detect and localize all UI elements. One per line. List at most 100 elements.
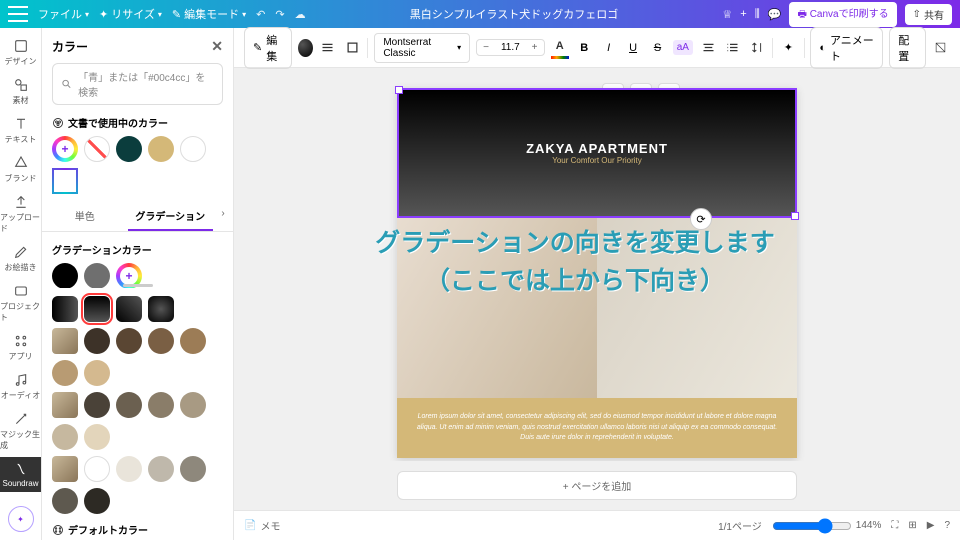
color-search-input[interactable]: 「青」または「#00c4cc」を検索	[52, 63, 223, 105]
color-swatch[interactable]	[116, 392, 142, 418]
effects-icon[interactable]: ✦	[779, 37, 797, 59]
edit-mode-menu[interactable]: ✎ 編集モード	[172, 6, 246, 22]
add-color-button[interactable]	[52, 136, 78, 162]
used-in-doc-label: 文書で使用中のカラー	[68, 115, 168, 130]
color-swatch[interactable]	[84, 488, 110, 514]
hamburger-menu[interactable]	[8, 6, 28, 22]
spacing-icon[interactable]	[748, 37, 766, 59]
color-swatch[interactable]	[52, 488, 78, 514]
comment-icon[interactable]: 💬	[768, 8, 782, 21]
color-swatch[interactable]	[84, 424, 110, 450]
transparency-icon[interactable]	[932, 37, 950, 59]
rail-magic[interactable]: マジック生成	[0, 407, 41, 455]
font-size-stepper[interactable]: −11.7+	[476, 39, 544, 56]
rail-soundraw[interactable]: Soundraw	[0, 457, 41, 492]
rail-design[interactable]: デザイン	[0, 34, 41, 71]
underline-icon[interactable]: U	[624, 37, 642, 59]
fullscreen-icon[interactable]: ⛶	[891, 520, 898, 531]
image-right[interactable]	[597, 218, 797, 398]
color-swatch[interactable]	[84, 392, 110, 418]
gradient-color-swatch[interactable]	[52, 263, 78, 289]
rail-text[interactable]: テキスト	[0, 112, 41, 149]
list-icon[interactable]	[723, 37, 741, 59]
close-icon[interactable]: ✕	[211, 38, 223, 55]
rail-project[interactable]: プロジェクト	[0, 279, 41, 327]
gradient-style-option[interactable]	[116, 296, 142, 322]
rail-upload[interactable]: アップロード	[0, 190, 41, 238]
text-color-icon[interactable]: A	[551, 37, 569, 59]
selected-header-element[interactable]: ZAKYA APARTMENT Your Comfort Our Priorit…	[397, 88, 797, 218]
zoom-slider[interactable]	[772, 518, 852, 534]
gradient-style-option[interactable]	[84, 296, 110, 322]
color-swatch[interactable]	[84, 456, 110, 482]
print-button[interactable]: 🖶 Canvaで印刷する	[789, 2, 896, 27]
color-swatch[interactable]	[116, 328, 142, 354]
doc-color-swatch[interactable]	[180, 136, 206, 162]
color-swatch[interactable]	[52, 360, 78, 386]
rail-elements[interactable]: 素材	[0, 73, 41, 110]
help-icon[interactable]: ?	[944, 520, 950, 531]
panel-title: カラー	[52, 38, 88, 55]
font-dropdown[interactable]: Montserrat Classic▾	[374, 33, 470, 63]
color-swatch[interactable]	[148, 328, 174, 354]
line-style-icon[interactable]	[319, 37, 337, 59]
color-swatch[interactable]	[148, 392, 174, 418]
photo-palette-source[interactable]	[52, 456, 78, 482]
color-swatch[interactable]	[180, 328, 206, 354]
magic-sparkle-button[interactable]: ✦	[8, 506, 34, 532]
bold-icon[interactable]: B	[575, 37, 593, 59]
align-icon[interactable]	[699, 37, 717, 59]
doc-color-swatch[interactable]	[116, 136, 142, 162]
footer-text[interactable]: Lorem ipsum dolor sit amet, consectetur …	[397, 398, 797, 458]
color-swatch[interactable]	[52, 424, 78, 450]
edit-image-button[interactable]: ✎編集	[244, 27, 292, 69]
add-page-button[interactable]: + ページを追加	[397, 471, 797, 500]
rail-draw[interactable]: お絵描き	[0, 240, 41, 277]
gradient-color-swatch[interactable]	[84, 263, 110, 289]
color-swatch[interactable]	[84, 360, 110, 386]
present-icon[interactable]: ▶	[927, 520, 935, 531]
canvas-page[interactable]: ZAKYA APARTMENT Your Comfort Our Priorit…	[397, 88, 797, 458]
gradient-style-option[interactable]	[148, 296, 174, 322]
color-swatch[interactable]	[180, 456, 206, 482]
rail-app[interactable]: アプリ	[0, 329, 41, 366]
redo-icon[interactable]: ↷	[275, 8, 284, 21]
zoom-value[interactable]: 144%	[856, 520, 882, 531]
border-icon[interactable]	[343, 37, 361, 59]
gradient-style-option[interactable]	[52, 296, 78, 322]
tab-gradient[interactable]: グラデーション	[128, 202, 214, 231]
no-color-swatch[interactable]	[84, 136, 110, 162]
plus-icon[interactable]: +	[740, 8, 746, 20]
doc-color-swatch[interactable]	[148, 136, 174, 162]
text-case-icon[interactable]: aA	[673, 40, 693, 55]
animate-button[interactable]: ◐アニメート	[810, 27, 883, 69]
share-button[interactable]: ⇧共有	[905, 4, 952, 25]
doc-title[interactable]: 黒白シンプルイラスト犬ドッグカフェロゴ	[316, 6, 713, 22]
page-indicator[interactable]: 1/1ページ	[718, 518, 762, 533]
tab-more[interactable]: ›	[213, 202, 233, 231]
cloud-sync-icon: ☁	[295, 8, 306, 21]
strike-icon[interactable]: S	[648, 37, 666, 59]
image-left[interactable]	[397, 218, 597, 398]
resize-menu[interactable]: ✦ リサイズ	[99, 6, 162, 22]
rotate-handle-icon[interactable]: ⟳	[690, 208, 712, 230]
italic-icon[interactable]: I	[599, 37, 617, 59]
color-swatch[interactable]	[148, 456, 174, 482]
photo-palette-source[interactable]	[52, 328, 78, 354]
color-swatch[interactable]	[116, 456, 142, 482]
rail-brand[interactable]: ブランド	[0, 151, 41, 188]
grid-view-icon[interactable]: ⊞	[908, 520, 916, 531]
notes-button[interactable]: 📄 メモ	[244, 518, 280, 533]
tab-solid[interactable]: 単色	[42, 202, 128, 231]
crown-icon[interactable]: ♕	[722, 8, 732, 21]
brand-color-swatch[interactable]	[52, 168, 78, 194]
rail-audio[interactable]: オーディオ	[0, 368, 41, 405]
photo-palette-source[interactable]	[52, 392, 78, 418]
color-swatch[interactable]	[84, 328, 110, 354]
chart-icon[interactable]: ⫼	[755, 8, 760, 21]
fill-color-circle[interactable]	[298, 39, 313, 57]
position-button[interactable]: 配置	[889, 27, 925, 69]
file-menu[interactable]: ファイル	[38, 6, 89, 22]
undo-icon[interactable]: ↶	[256, 8, 265, 21]
color-swatch[interactable]	[180, 392, 206, 418]
